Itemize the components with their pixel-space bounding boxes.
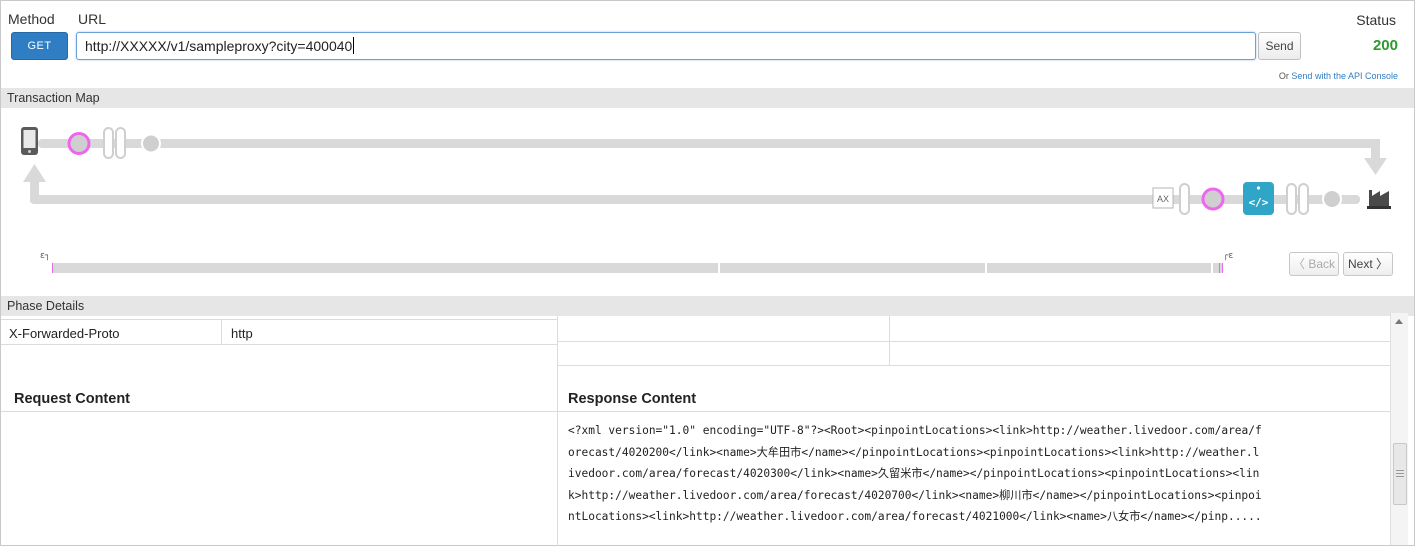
pane-divider bbox=[557, 316, 558, 546]
table-border bbox=[557, 365, 1390, 366]
api-console-link[interactable]: Send with the API Console bbox=[1291, 71, 1398, 81]
phone-client-icon[interactable] bbox=[21, 127, 38, 155]
console-prefix: Or bbox=[1278, 71, 1289, 81]
table-border bbox=[1, 344, 557, 345]
timeline-divider bbox=[985, 263, 987, 273]
timeline-divider bbox=[1211, 263, 1213, 273]
request-step-node[interactable] bbox=[141, 133, 161, 154]
response-policy-node[interactable] bbox=[1201, 187, 1225, 211]
api-console-line: Or Send with the API Console bbox=[1279, 71, 1398, 81]
response-step-node[interactable] bbox=[1322, 189, 1342, 209]
url-label: URL bbox=[78, 11, 107, 27]
scroll-up-icon[interactable] bbox=[1393, 317, 1405, 327]
transaction-map-header: Transaction Map bbox=[1, 88, 1414, 108]
timeline-start-tick bbox=[52, 263, 53, 273]
header-value-cell: http bbox=[231, 326, 253, 341]
status-code: 200 bbox=[1372, 37, 1398, 54]
next-button[interactable]: Next 〉 bbox=[1343, 252, 1393, 276]
analytics-ax-icon[interactable]: AX bbox=[1152, 187, 1174, 209]
timeline-end-tick bbox=[1222, 263, 1223, 273]
response-line: ntLocations><link>http://weather.livedoo… bbox=[568, 510, 1262, 523]
request-policy-node[interactable] bbox=[67, 132, 91, 155]
text-caret bbox=[353, 37, 355, 54]
method-label: Method bbox=[8, 11, 55, 27]
header-name-cell: X-Forwarded-Proto bbox=[9, 326, 120, 341]
scrollbar-track[interactable] bbox=[1390, 313, 1408, 545]
phase-details-header: Phase Details bbox=[1, 296, 1414, 316]
timeline-divider bbox=[718, 263, 720, 273]
response-flow-pill-left[interactable] bbox=[1179, 183, 1190, 215]
scroll-grip-icon bbox=[1396, 470, 1404, 477]
method-get-button[interactable]: GET bbox=[11, 32, 68, 60]
timeline-bar[interactable] bbox=[52, 263, 1222, 273]
response-line: k>http://weather.livedoor.com/area/forec… bbox=[568, 488, 1262, 502]
ax-label: AX bbox=[1157, 194, 1169, 204]
request-content-title: Request Content bbox=[14, 391, 130, 407]
table-border bbox=[889, 316, 890, 366]
status-label: Status bbox=[1356, 12, 1396, 28]
transaction-map: AX </> ε┐ ┌ε bbox=[21, 127, 1391, 273]
timeline-start-marker: ε┐ bbox=[40, 251, 50, 261]
backend-factory-icon[interactable] bbox=[1367, 190, 1391, 209]
response-line: <?xml version="1.0" encoding="UTF-8"?><R… bbox=[568, 424, 1262, 437]
request-flow-track bbox=[38, 139, 1387, 175]
timeline-end-tick bbox=[1219, 263, 1220, 273]
target-code-icon[interactable]: </> bbox=[1243, 182, 1274, 215]
table-border bbox=[557, 341, 1390, 342]
timeline-end-marker: ┌ε bbox=[1223, 251, 1233, 261]
back-button[interactable]: 〈 Back bbox=[1289, 252, 1339, 276]
url-input[interactable]: http://XXXXX/v1/sampleproxy?city=400040 bbox=[76, 32, 1256, 60]
url-value: http://XXXXX/v1/sampleproxy?city=400040 bbox=[85, 38, 353, 54]
table-border bbox=[1, 319, 557, 320]
response-line: orecast/4020200</link><name>大牟田市</name><… bbox=[568, 445, 1260, 459]
send-button[interactable]: Send bbox=[1258, 32, 1301, 60]
table-border bbox=[221, 319, 222, 345]
response-content-title: Response Content bbox=[568, 391, 697, 407]
response-content-body[interactable]: <?xml version="1.0" encoding="UTF-8"?><R… bbox=[568, 420, 1380, 528]
svg-text:</>: </> bbox=[1249, 196, 1269, 209]
content-divider bbox=[1, 411, 1390, 412]
response-line: ivedoor.com/area/forecast/4020300</link>… bbox=[568, 467, 1260, 480]
